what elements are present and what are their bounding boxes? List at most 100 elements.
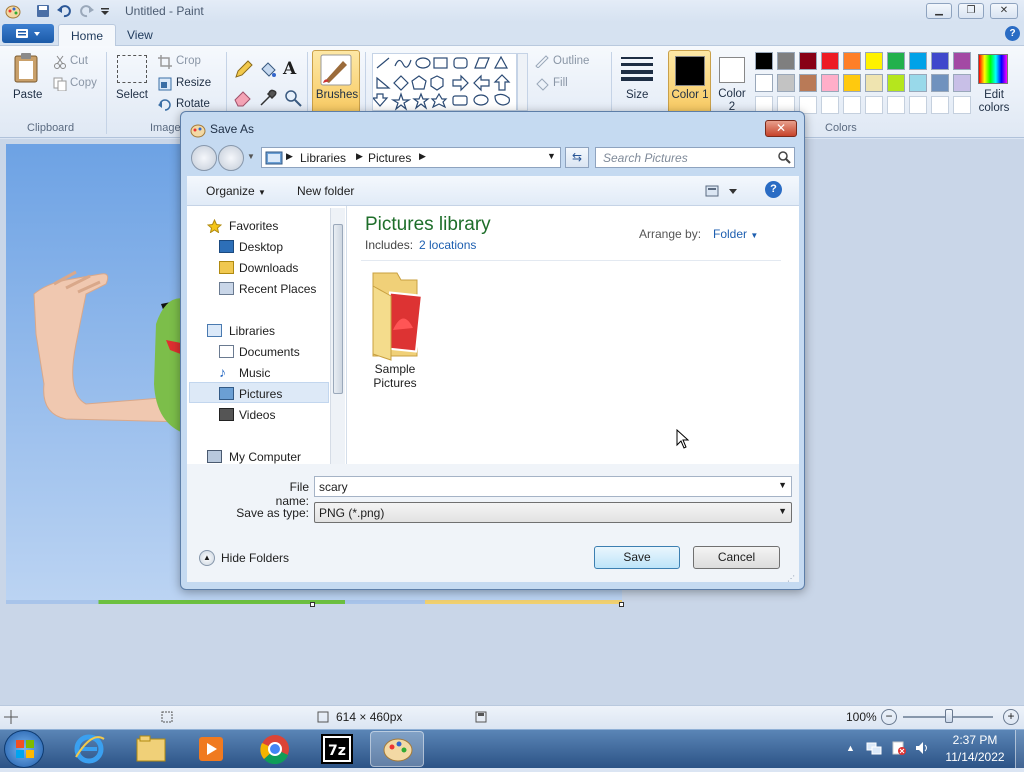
redo-icon[interactable]: [79, 3, 95, 19]
edit-colors-button[interactable]: Edit colors: [978, 89, 1010, 115]
color-swatch[interactable]: [821, 52, 839, 70]
nav-scrollbar-thumb[interactable]: [333, 224, 343, 394]
color-swatch[interactable]: [887, 52, 905, 70]
zoom-out-button[interactable]: −: [881, 709, 897, 725]
paste-icon[interactable]: [12, 52, 42, 84]
custom-color-slot[interactable]: [953, 96, 971, 114]
hide-folders-icon[interactable]: ▲: [199, 550, 215, 566]
volume-icon[interactable]: [914, 740, 930, 759]
size-icon[interactable]: [620, 55, 654, 81]
select-icon[interactable]: [117, 55, 147, 83]
color-swatch[interactable]: [953, 74, 971, 92]
back-button[interactable]: [191, 145, 217, 171]
breadcrumb-libraries[interactable]: Libraries: [300, 151, 346, 165]
color1-button[interactable]: Color 1: [668, 50, 711, 120]
arrange-by-dropdown[interactable]: Folder ▼: [713, 227, 758, 241]
color-swatch[interactable]: [843, 74, 861, 92]
custom-color-slot[interactable]: [931, 96, 949, 114]
color-swatch[interactable]: [821, 74, 839, 92]
paint-menu-button[interactable]: [2, 24, 54, 43]
breadcrumb-pictures[interactable]: Pictures: [368, 151, 411, 165]
custom-color-slot[interactable]: [821, 96, 839, 114]
clock-time[interactable]: 2:37 PM: [945, 733, 1005, 747]
nav-scrollbar[interactable]: [330, 208, 345, 464]
resize-handle-bottom[interactable]: [310, 602, 315, 607]
color-swatch[interactable]: [953, 52, 971, 70]
paste-button[interactable]: Paste: [13, 89, 42, 101]
magnifier-icon[interactable]: [283, 88, 303, 111]
undo-icon[interactable]: [56, 3, 72, 19]
tab-home[interactable]: Home: [58, 24, 117, 46]
color-swatch[interactable]: [777, 52, 795, 70]
file-name-input[interactable]: scary ▼: [314, 476, 792, 497]
nav-recent-places[interactable]: Recent Places: [239, 282, 316, 296]
color-swatch[interactable]: [843, 52, 861, 70]
edit-colors-icon[interactable]: [978, 54, 1008, 84]
media-player-icon[interactable]: [184, 731, 238, 767]
save-as-type-select[interactable]: PNG (*.png) ▼: [314, 502, 792, 523]
organize-button[interactable]: Organize ▼: [206, 184, 266, 198]
copy-button[interactable]: Copy: [70, 77, 97, 89]
includes-locations-link[interactable]: 2 locations: [419, 238, 476, 252]
clock-date[interactable]: 11/14/2022: [939, 750, 1011, 764]
nav-downloads[interactable]: Downloads: [239, 261, 298, 275]
color-swatch[interactable]: [755, 52, 773, 70]
color-swatch[interactable]: [755, 74, 773, 92]
show-desktop-button[interactable]: [1015, 730, 1024, 768]
action-center-icon[interactable]: [891, 740, 907, 759]
select-button[interactable]: Select: [116, 89, 148, 101]
color-swatch[interactable]: [909, 74, 927, 92]
size-button[interactable]: Size: [626, 89, 648, 101]
nav-my-computer[interactable]: My Computer: [229, 450, 301, 464]
custom-color-slot[interactable]: [865, 96, 883, 114]
brushes-button[interactable]: Brushes: [312, 50, 360, 120]
windows-explorer-icon[interactable]: [124, 731, 178, 767]
shapes-gallery[interactable]: [371, 53, 517, 111]
new-folder-button[interactable]: New folder: [297, 184, 354, 198]
nav-desktop[interactable]: Desktop: [239, 240, 283, 254]
color-swatch[interactable]: [777, 74, 795, 92]
zoom-slider-thumb[interactable]: [945, 709, 953, 723]
chrome-icon[interactable]: [248, 731, 302, 767]
dialog-close-button[interactable]: ✕: [765, 120, 797, 137]
customize-qat-icon[interactable]: [100, 3, 116, 19]
forward-button[interactable]: [218, 145, 244, 171]
fill-button[interactable]: Fill: [553, 77, 568, 89]
tab-view[interactable]: View: [115, 24, 165, 46]
color-swatch[interactable]: [931, 74, 949, 92]
address-dropdown-icon[interactable]: ▼: [547, 151, 556, 161]
color-swatch[interactable]: [909, 52, 927, 70]
view-options-icon[interactable]: [705, 184, 739, 201]
nav-pictures[interactable]: Pictures: [239, 387, 282, 401]
nav-documents[interactable]: Documents: [239, 345, 300, 359]
dialog-resize-grip[interactable]: ⋰: [787, 574, 797, 584]
dialog-help-icon[interactable]: ?: [765, 181, 782, 198]
resize-button[interactable]: Resize: [176, 77, 211, 89]
color-picker-icon[interactable]: [258, 88, 278, 111]
address-bar[interactable]: ▶ Libraries ▶ Pictures ▶ ▼: [261, 147, 561, 168]
hide-folders-button[interactable]: Hide Folders: [221, 551, 289, 565]
color2-button[interactable]: Color 2: [714, 50, 750, 120]
color-swatch[interactable]: [799, 74, 817, 92]
nav-favorites[interactable]: Favorites: [229, 219, 278, 233]
start-button[interactable]: [4, 730, 44, 768]
help-icon[interactable]: ?: [1005, 26, 1020, 41]
network-icon[interactable]: [866, 740, 882, 759]
resize-handle-corner[interactable]: [619, 602, 624, 607]
search-input[interactable]: Search Pictures: [595, 147, 795, 168]
cut-button[interactable]: Cut: [70, 55, 88, 67]
custom-color-slot[interactable]: [843, 96, 861, 114]
paint-taskbar-icon[interactable]: [370, 731, 424, 767]
internet-explorer-icon[interactable]: [62, 731, 116, 767]
7zip-icon[interactable]: 7z: [310, 731, 364, 767]
color-swatch[interactable]: [799, 52, 817, 70]
color-swatch[interactable]: [865, 52, 883, 70]
fill-bucket-icon[interactable]: [258, 60, 278, 83]
folder-item[interactable]: Sample Pictures: [353, 268, 437, 390]
nav-videos[interactable]: Videos: [239, 408, 275, 422]
show-hidden-icons-button[interactable]: ▲: [846, 743, 855, 753]
cancel-button[interactable]: Cancel: [693, 546, 780, 569]
zoom-in-button[interactable]: +: [1003, 709, 1019, 725]
save-icon[interactable]: [35, 3, 51, 19]
nav-libraries[interactable]: Libraries: [229, 324, 275, 338]
